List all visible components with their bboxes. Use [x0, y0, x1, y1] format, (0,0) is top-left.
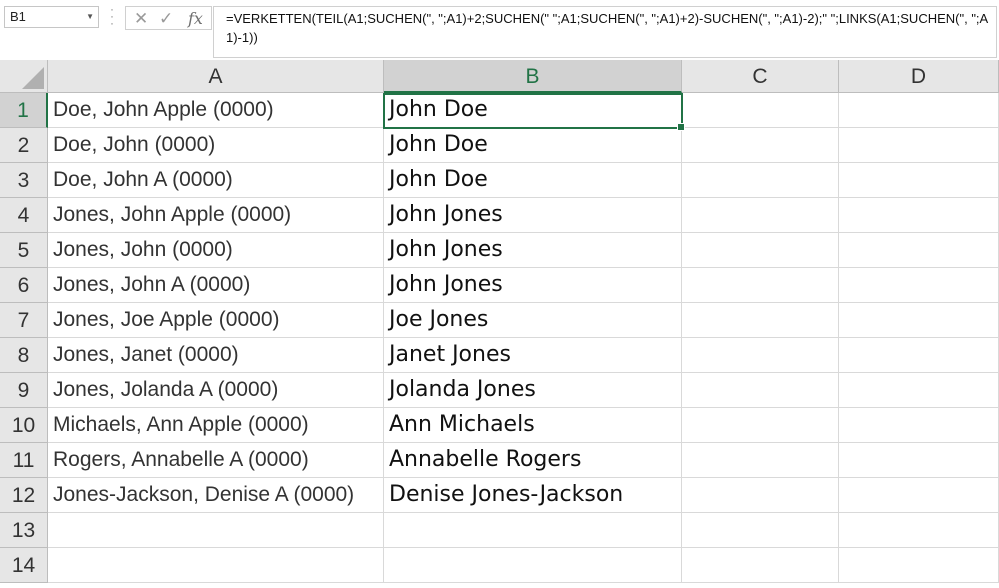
- column-header-d[interactable]: D: [839, 60, 999, 93]
- cell-b7[interactable]: Joe Jones: [384, 303, 682, 338]
- row-header-13[interactable]: 13: [0, 513, 48, 548]
- cell-c14[interactable]: [682, 548, 839, 583]
- cell-b1[interactable]: John Doe: [384, 93, 682, 128]
- cell-b9[interactable]: Jolanda Jones: [384, 373, 682, 408]
- cell-d14[interactable]: [839, 548, 999, 583]
- column-header-a[interactable]: A: [48, 60, 384, 93]
- row-header-14[interactable]: 14: [0, 548, 48, 583]
- drag-handle-icon[interactable]: · · ·: [108, 3, 116, 29]
- cell-b4[interactable]: John Jones: [384, 198, 682, 233]
- cell-b8[interactable]: Janet Jones: [384, 338, 682, 373]
- cell-a12[interactable]: Jones-Jackson, Denise A (0000): [48, 478, 384, 513]
- cell-a8[interactable]: Jones, Janet (0000): [48, 338, 384, 373]
- formula-buttons: ✕ ✓ fx: [125, 6, 212, 30]
- cell-d11[interactable]: [839, 443, 999, 478]
- cell-d4[interactable]: [839, 198, 999, 233]
- row-header-2[interactable]: 2: [0, 128, 48, 163]
- cell-d5[interactable]: [839, 233, 999, 268]
- cell-a2[interactable]: Doe, John (0000): [48, 128, 384, 163]
- spreadsheet-grid: A B C D 1 Doe, John Apple (0000) John Doe 2…: [0, 60, 999, 588]
- cell-d2[interactable]: [839, 128, 999, 163]
- cell-b6[interactable]: John Jones: [384, 268, 682, 303]
- row-header-12[interactable]: 12: [0, 478, 48, 513]
- cell-c4[interactable]: [682, 198, 839, 233]
- cell-a4[interactable]: Jones, John Apple (0000): [48, 198, 384, 233]
- cell-d8[interactable]: [839, 338, 999, 373]
- column-header-c[interactable]: C: [682, 60, 839, 93]
- cell-d7[interactable]: [839, 303, 999, 338]
- cell-b2[interactable]: John Doe: [384, 128, 682, 163]
- row-header-6[interactable]: 6: [0, 268, 48, 303]
- row-header-10[interactable]: 10: [0, 408, 48, 443]
- cell-b11[interactable]: Annabelle Rogers: [384, 443, 682, 478]
- cell-b10[interactable]: Ann Michaels: [384, 408, 682, 443]
- name-box-value: B1: [10, 9, 26, 24]
- row-header-4[interactable]: 4: [0, 198, 48, 233]
- cell-a11[interactable]: Rogers, Annabelle A (0000): [48, 443, 384, 478]
- cell-a9[interactable]: Jones, Jolanda A (0000): [48, 373, 384, 408]
- cell-c13[interactable]: [682, 513, 839, 548]
- cell-a6[interactable]: Jones, John A (0000): [48, 268, 384, 303]
- cell-a13[interactable]: [48, 513, 384, 548]
- cell-d9[interactable]: [839, 373, 999, 408]
- cell-c1[interactable]: [682, 93, 839, 128]
- cell-c8[interactable]: [682, 338, 839, 373]
- cell-b12[interactable]: Denise Jones-Jackson: [384, 478, 682, 513]
- cell-b3[interactable]: John Doe: [384, 163, 682, 198]
- row-header-9[interactable]: 9: [0, 373, 48, 408]
- name-box[interactable]: B1 ▼: [4, 6, 99, 28]
- cell-d13[interactable]: [839, 513, 999, 548]
- cell-d10[interactable]: [839, 408, 999, 443]
- cell-c5[interactable]: [682, 233, 839, 268]
- column-header-b[interactable]: B: [384, 60, 682, 93]
- cell-c2[interactable]: [682, 128, 839, 163]
- cell-c11[interactable]: [682, 443, 839, 478]
- cell-c12[interactable]: [682, 478, 839, 513]
- check-icon[interactable]: ✓: [159, 9, 173, 29]
- cell-a10[interactable]: Michaels, Ann Apple (0000): [48, 408, 384, 443]
- cell-c10[interactable]: [682, 408, 839, 443]
- cell-b13[interactable]: [384, 513, 682, 548]
- cell-b14[interactable]: [384, 548, 682, 583]
- chevron-down-icon[interactable]: ▼: [86, 7, 94, 27]
- cancel-icon[interactable]: ✕: [134, 9, 148, 29]
- cell-c7[interactable]: [682, 303, 839, 338]
- cell-a14[interactable]: [48, 548, 384, 583]
- cell-b5[interactable]: John Jones: [384, 233, 682, 268]
- cell-d12[interactable]: [839, 478, 999, 513]
- cell-c9[interactable]: [682, 373, 839, 408]
- cell-a1[interactable]: Doe, John Apple (0000): [48, 93, 384, 128]
- row-header-7[interactable]: 7: [0, 303, 48, 338]
- select-all-triangle-icon: [22, 67, 44, 89]
- cell-c6[interactable]: [682, 268, 839, 303]
- cell-a3[interactable]: Doe, John A (0000): [48, 163, 384, 198]
- cell-d3[interactable]: [839, 163, 999, 198]
- cell-d6[interactable]: [839, 268, 999, 303]
- row-header-1[interactable]: 1: [0, 93, 48, 128]
- row-header-5[interactable]: 5: [0, 233, 48, 268]
- cell-d1[interactable]: [839, 93, 999, 128]
- cell-a5[interactable]: Jones, John (0000): [48, 233, 384, 268]
- select-all-button[interactable]: [0, 60, 48, 93]
- row-header-8[interactable]: 8: [0, 338, 48, 373]
- cell-c3[interactable]: [682, 163, 839, 198]
- formula-bar-area: B1 ▼ · · · ✕ ✓ fx =VERKETTEN(TEIL(A1;SUCHE…: [0, 0, 999, 61]
- row-header-11[interactable]: 11: [0, 443, 48, 478]
- formula-input[interactable]: =VERKETTEN(TEIL(A1;SUCHEN(", ";A1)+2;SUC…: [213, 6, 997, 58]
- insert-function-icon[interactable]: fx: [188, 9, 203, 28]
- row-header-3[interactable]: 3: [0, 163, 48, 198]
- cell-a7[interactable]: Jones, Joe Apple (0000): [48, 303, 384, 338]
